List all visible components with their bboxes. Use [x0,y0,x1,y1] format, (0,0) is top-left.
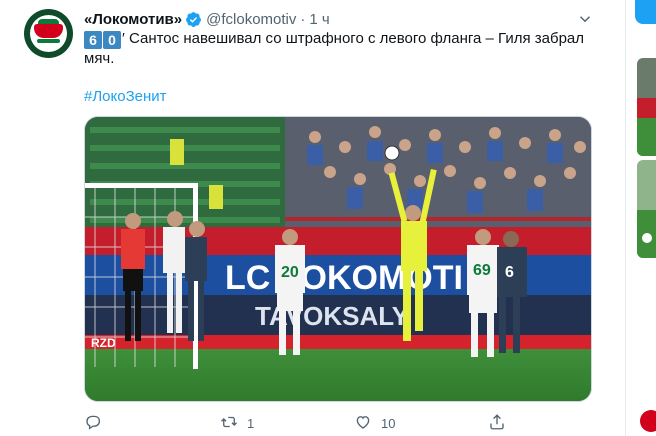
verified-badge-icon [185,11,202,28]
display-name[interactable]: «Локомотив» [84,11,182,28]
user-handle[interactable]: @fclokomotiv [206,11,296,28]
sidebar-media-thumbnail[interactable] [637,58,656,156]
sidebar-media-thumbnail[interactable] [637,160,656,258]
logo-red-shield [34,24,63,38]
tweet-text: 6 0 ′ Сантос навешивал со штрафного с лево… [84,29,604,69]
retweet-count: 1 [247,415,255,431]
retweet-button[interactable]: 1 [220,412,254,434]
tweet-header: «Локомотив» @fclokomotiv · 1 ч [84,9,330,29]
right-sidebar [627,0,656,436]
like-button[interactable]: 10 [354,412,395,434]
sidebar-button[interactable] [635,0,656,24]
player-number: 20 [281,264,299,281]
tweet-actions: 1 10 [84,412,604,434]
tweet-photo[interactable]: LC LOKOMOTI TAVOKSALY RZD 20 69 6 [84,116,592,402]
tweet[interactable]: «Локомотив» @fclokomotiv · 1 ч 6 0 ′ Санто… [0,0,626,436]
avatar[interactable] [24,9,73,58]
ad-board-text: LC LOKOMOTI [225,259,463,297]
player-number: 6 [505,264,514,281]
tweet-body: ′ Сантос навешивал со штрафного с левого… [84,30,585,67]
sidebar-avatar[interactable] [640,410,656,432]
separator-dot: · [300,10,306,28]
chevron-down-icon[interactable] [576,10,594,28]
football-match-photo: LC LOKOMOTI TAVOKSALY RZD 20 69 6 [85,117,591,401]
retweet-icon [220,413,238,434]
logo-rail [37,39,60,43]
keycap-digit: 0 [103,31,121,49]
thumbnail-image [637,160,656,258]
heart-icon [354,413,372,434]
tweet-timestamp[interactable]: 1 ч [309,11,329,28]
share-button[interactable] [488,412,506,434]
share-icon [488,413,506,434]
player-number: 69 [473,262,491,279]
keycap-digit: 6 [84,31,102,49]
like-count: 10 [381,415,396,431]
hashtag-link[interactable]: #ЛокоЗенит [84,88,167,105]
timeline-column: «Локомотив» @fclokomotiv · 1 ч 6 0 ′ Санто… [0,0,626,436]
reply-icon [84,413,102,434]
reply-button[interactable] [84,412,111,434]
thumbnail-image [637,58,656,156]
